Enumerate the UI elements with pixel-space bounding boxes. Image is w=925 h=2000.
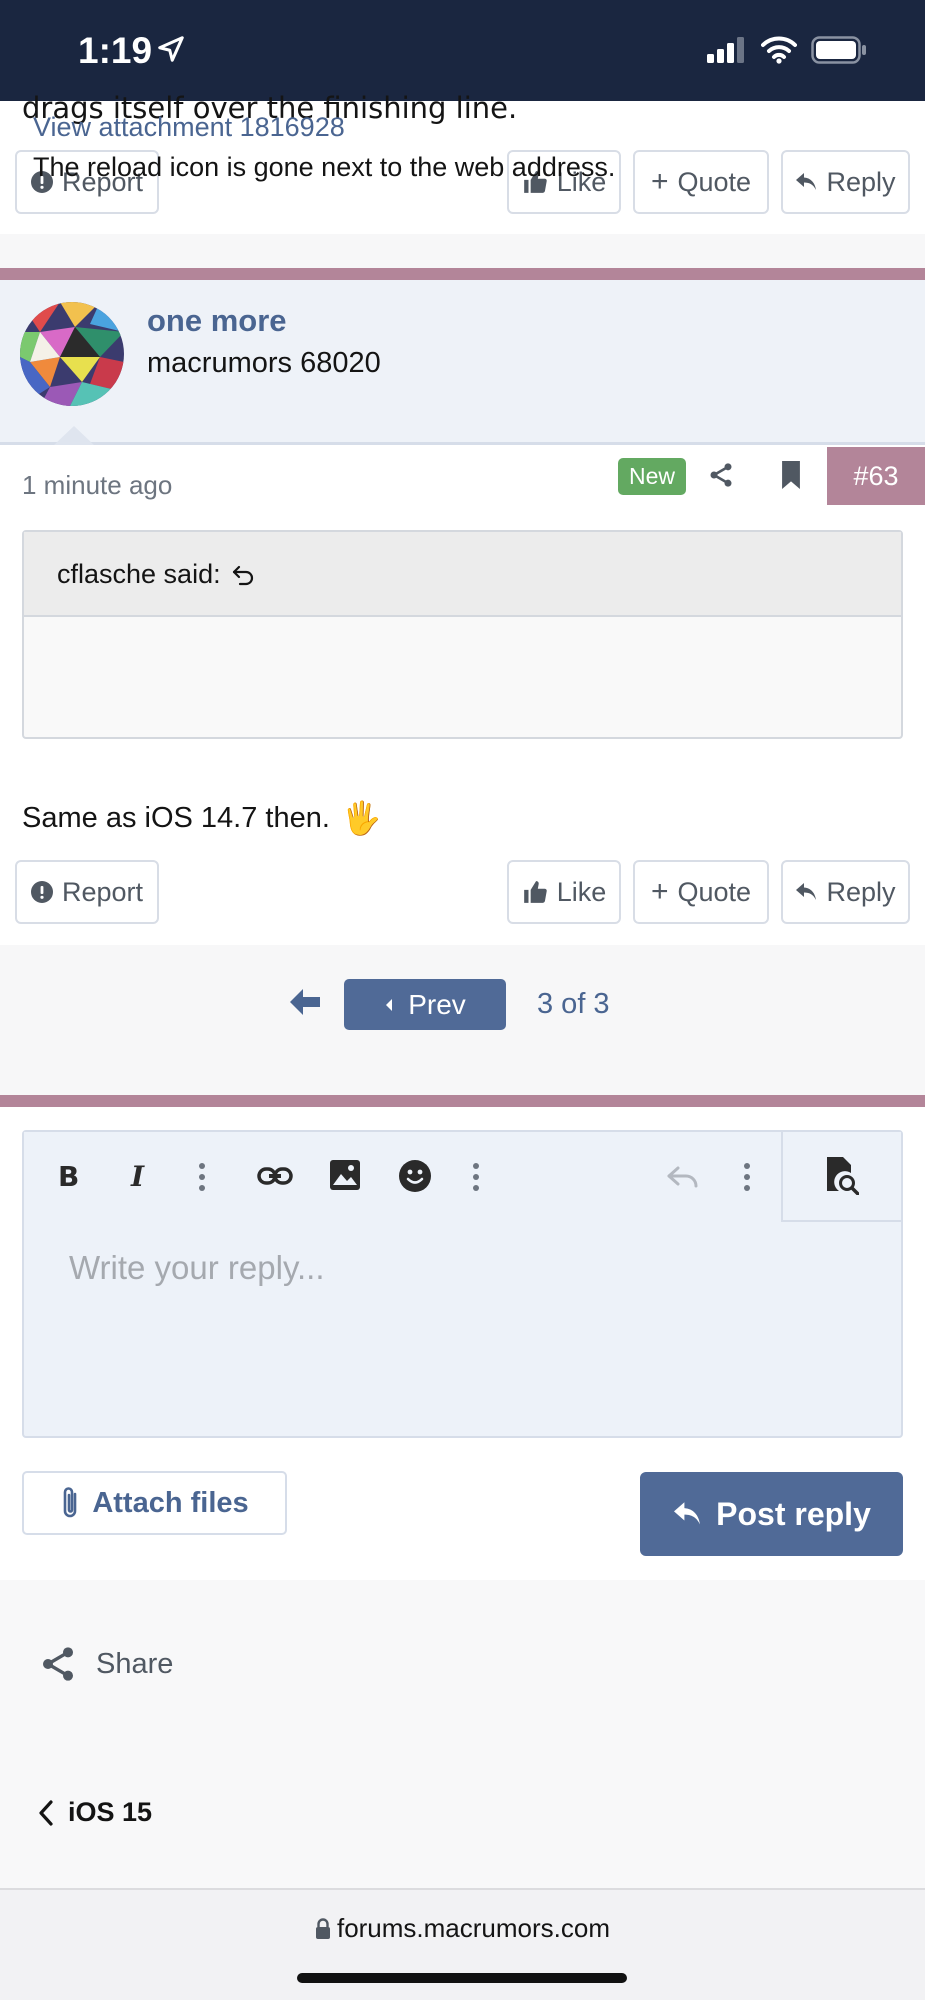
report-button[interactable]: Report (15, 860, 159, 924)
username-link[interactable]: one more (147, 303, 287, 339)
reply-arrow-icon (674, 1502, 701, 1525)
quote-header: cflasche said: (24, 532, 901, 617)
back-arrow-icon[interactable] (290, 989, 320, 1019)
bold-icon[interactable]: B (58, 1160, 80, 1194)
quote-label: Quote (677, 166, 752, 197)
reply-editor[interactable]: B I Write your reply... (22, 1130, 903, 1438)
attach-files-label: Attach files (92, 1486, 249, 1519)
status-time: 1:19 (78, 30, 153, 71)
reply-arrow-icon (796, 173, 817, 190)
raised-hand-emoji: 🖐 (341, 800, 382, 836)
image-icon[interactable] (330, 1160, 360, 1194)
reply-button[interactable]: Reply (781, 860, 910, 924)
reply-label: Reply (826, 876, 896, 907)
user-title: macrumors 68020 (147, 347, 381, 379)
reply-button[interactable]: Reply (781, 150, 910, 214)
go-to-original-icon[interactable] (231, 563, 255, 587)
preview-button[interactable] (781, 1132, 901, 1222)
share-icon[interactable] (707, 460, 735, 494)
svg-text:B: B (58, 1160, 79, 1190)
quote-block: cflasche said: (22, 530, 903, 739)
share-page-button[interactable]: Share (38, 1643, 173, 1685)
home-indicator (297, 1973, 627, 1983)
reply-label: Reply (826, 166, 896, 197)
quote-author-label: cflasche said: (57, 559, 221, 589)
preview-icon (827, 1157, 859, 1195)
quote-button[interactable]: + Quote (633, 150, 769, 214)
status-bar: 1:19 (0, 0, 925, 101)
report-label: Report (61, 876, 144, 907)
paperclip-icon (64, 1487, 77, 1518)
location-arrow-icon (156, 34, 186, 68)
quote-button[interactable]: + Quote (633, 860, 769, 924)
breadcrumb[interactable]: iOS 15 (38, 1797, 152, 1828)
page: 1:19 drags itself over the finishing lin… (0, 0, 925, 2000)
emoji-icon[interactable] (399, 1160, 431, 1196)
more-options-icon[interactable] (743, 1162, 751, 1196)
link-icon[interactable] (257, 1164, 293, 1192)
svg-text:I: I (130, 1160, 145, 1190)
breadcrumb-label: iOS 15 (68, 1797, 153, 1827)
reply-arrow-icon (796, 883, 817, 900)
more-insert-options-icon[interactable] (472, 1162, 480, 1196)
reply-input[interactable]: Write your reply... (69, 1249, 325, 1287)
post-divider (0, 268, 925, 280)
lock-icon (315, 1917, 330, 1939)
attach-files-button[interactable]: Attach files (22, 1471, 287, 1535)
share-icon (43, 1647, 73, 1681)
quote-text: The reload icon is gone next to the web … (33, 152, 616, 182)
prev-page-button[interactable]: Prev (344, 979, 506, 1030)
italic-icon[interactable]: I (129, 1160, 153, 1194)
plus-icon: + (650, 165, 669, 198)
share-label: Share (96, 1647, 174, 1680)
bookmark-icon[interactable] (780, 461, 802, 493)
avatar[interactable] (20, 302, 124, 406)
section-divider (0, 1095, 925, 1107)
user-pointer (54, 426, 94, 445)
new-badge: New (618, 458, 686, 495)
plus-icon: + (650, 875, 669, 908)
like-label: Like (556, 876, 607, 907)
post-reply-label: Post reply (716, 1495, 871, 1532)
like-button[interactable]: Like (507, 860, 621, 924)
url-label: forums.macrumors.com (336, 1913, 611, 1943)
thumbs-up-icon (523, 881, 547, 903)
editor-toolbar: B I (24, 1132, 901, 1222)
page-indicator[interactable]: 3 of 3 (537, 988, 610, 1021)
browser-url-bar[interactable]: forums.macrumors.com (0, 1888, 925, 2000)
post-reply-button[interactable]: Post reply (640, 1472, 903, 1556)
battery-icon (811, 36, 867, 68)
status-indicators (707, 36, 867, 68)
prev-label: Prev (408, 988, 466, 1020)
attachment-link[interactable]: View attachment 1816928 (33, 112, 345, 143)
post-body-text: Same as iOS 14.7 then. (22, 801, 330, 834)
post-timestamp[interactable]: 1 minute ago (22, 470, 172, 501)
post-gap (0, 234, 925, 268)
quote-label: Quote (677, 876, 752, 907)
post-user-block (0, 280, 925, 445)
wifi-icon (761, 36, 797, 68)
alert-icon (30, 881, 53, 903)
cellular-signal-icon (707, 37, 747, 67)
undo-icon[interactable] (666, 1166, 700, 1192)
post-body: Same as iOS 14.7 then. 🖐 (22, 799, 382, 837)
post-number[interactable]: #63 (827, 447, 925, 505)
chevron-left-icon (39, 1799, 53, 1826)
url-display[interactable]: forums.macrumors.com (0, 1913, 925, 1944)
more-text-options-icon[interactable] (198, 1162, 206, 1196)
quote-author[interactable]: cflasche said: (57, 559, 255, 590)
page-footer (0, 1580, 925, 1888)
chevron-left-icon (386, 998, 393, 1011)
